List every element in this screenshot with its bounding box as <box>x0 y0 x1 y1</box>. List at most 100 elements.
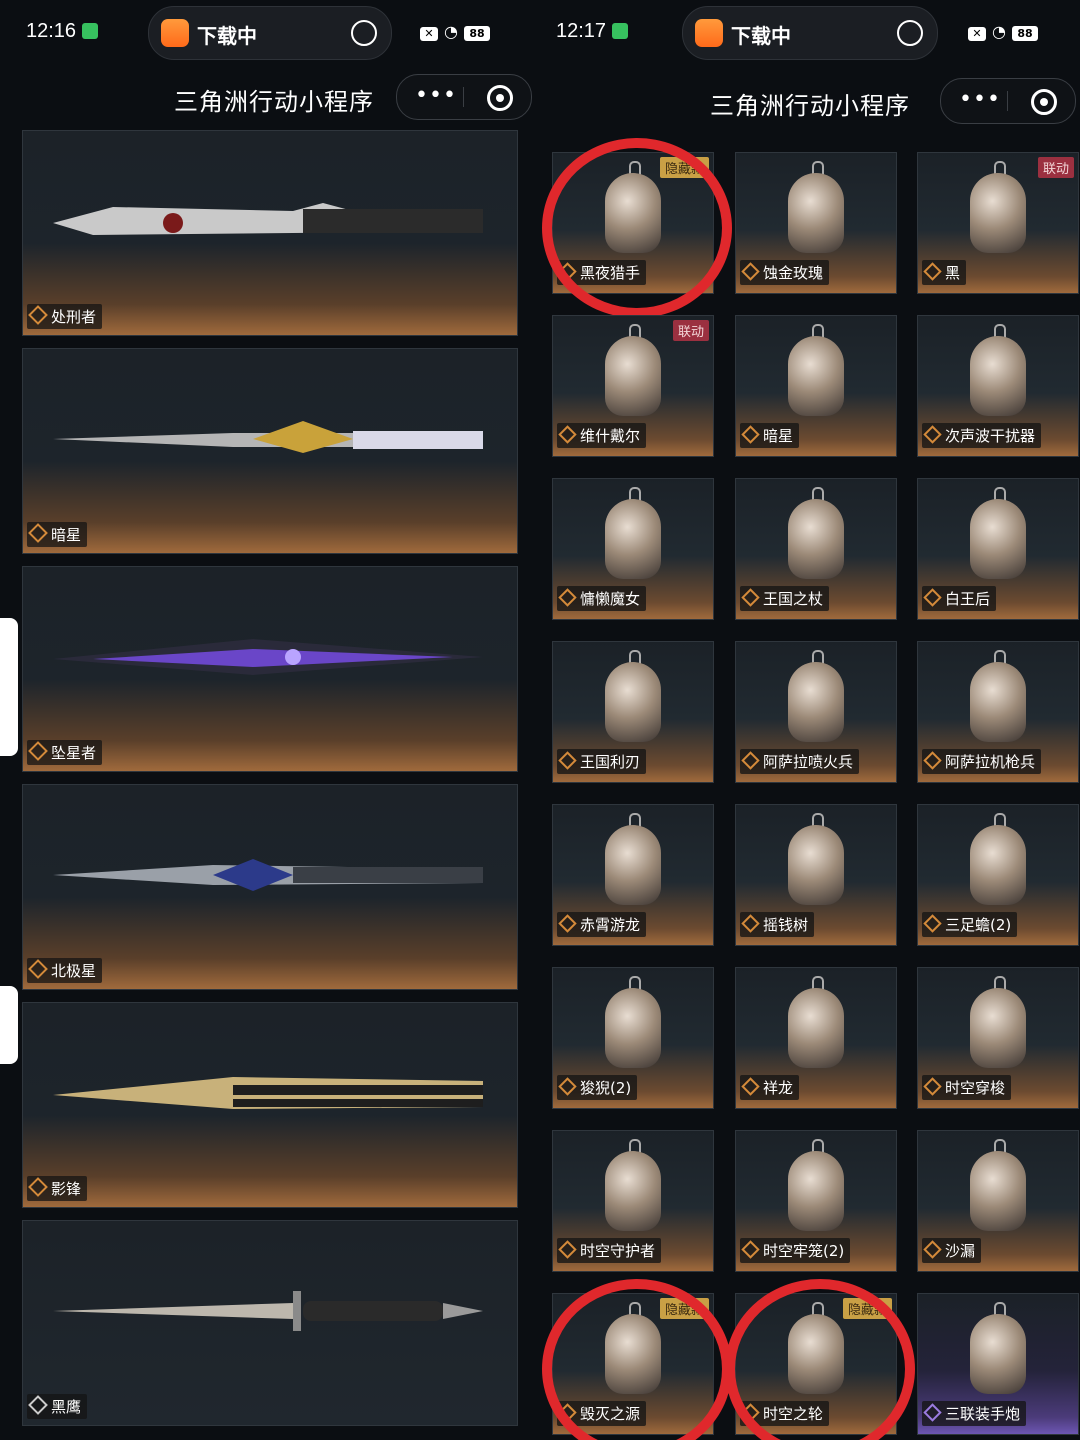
pendant-image <box>605 988 661 1068</box>
rarity-icon <box>558 1077 577 1096</box>
pendant-image <box>788 499 844 579</box>
pendant-name-text: 祥龙 <box>763 1079 794 1097</box>
download-pill[interactable]: 下载中 <box>148 6 392 60</box>
knife-name-text: 处刑者 <box>51 308 97 326</box>
pendant-image <box>970 1151 1026 1231</box>
pendant-tile[interactable]: 蚀金玫瑰 <box>735 152 897 294</box>
pendant-name: 王国之杖 <box>740 586 830 611</box>
pendant-tile[interactable]: 慵懒魔女 <box>552 478 714 620</box>
pendant-name-text: 阿萨拉机枪兵 <box>945 753 1036 771</box>
pendant-name-text: 赤霄游龙 <box>580 916 641 934</box>
pendant-tile[interactable]: 赤霄游龙 <box>552 804 714 946</box>
pendant-name-text: 暗星 <box>763 427 794 445</box>
pendant-name-text: 次声波干扰器 <box>945 427 1036 445</box>
rarity-icon <box>741 751 760 770</box>
pendant-tile[interactable]: 阿萨拉机枪兵 <box>917 641 1079 783</box>
left-screenshot: 12:16 下载中 ✕ ◔ 88 三角洲行动小程序 ••• 处刑者 暗星 坠星者 北… <box>0 0 540 1440</box>
download-pill[interactable]: 下载中 <box>682 6 938 60</box>
pendant-tile[interactable]: 王国之杖 <box>735 478 897 620</box>
pendant-image <box>970 825 1026 905</box>
knife-name: 北极星 <box>27 958 103 983</box>
pendant-tile[interactable]: 时空牢笼(2) <box>735 1130 897 1272</box>
close-miniprogram-icon[interactable] <box>487 85 513 111</box>
clock: 12:17 <box>556 20 629 43</box>
floating-side-handle[interactable] <box>0 618 18 756</box>
pendant-image <box>970 662 1026 742</box>
rarity-icon <box>923 588 942 607</box>
close-miniprogram-icon[interactable] <box>1031 89 1057 115</box>
pendant-name: 次声波干扰器 <box>922 423 1042 448</box>
rarity-icon <box>558 751 577 770</box>
pendant-tile[interactable]: 次声波干扰器 <box>917 315 1079 457</box>
pendant-name-text: 三联装手炮 <box>945 1405 1021 1423</box>
title-bar: 三角洲行动小程序 ••• <box>540 70 1080 126</box>
knife-name-text: 黑鹰 <box>51 1398 82 1416</box>
pendant-name: 蚀金玫瑰 <box>740 260 830 285</box>
rarity-icon <box>558 1240 577 1259</box>
pendant-tile[interactable]: 狻猊(2) <box>552 967 714 1109</box>
pendant-tile[interactable]: 联动 维什戴尔 <box>552 315 714 457</box>
knife-card[interactable]: 黑鹰 <box>22 1220 518 1426</box>
right-screenshot: 12:17 下载中 ✕ ◔ 88 三角洲行动小程序 ••• 隐藏款 黑夜猎手 蚀金玫瑰联… <box>540 0 1080 1440</box>
pendant-name: 祥龙 <box>740 1075 800 1100</box>
knife-name: 影锋 <box>27 1176 88 1201</box>
pendant-name: 摇钱树 <box>740 912 815 937</box>
pendant-name: 时空穿梭 <box>922 1075 1012 1100</box>
pendant-image <box>788 1151 844 1231</box>
rarity-icon <box>923 1403 942 1422</box>
page-title: 三角洲行动小程序 <box>174 88 374 116</box>
pendant-tile[interactable]: 三足蟾(2) <box>917 804 1079 946</box>
pendant-name: 王国利刃 <box>557 749 647 774</box>
title-bar: 三角洲行动小程序 ••• <box>0 70 540 126</box>
rarity-icon <box>923 262 942 281</box>
pendant-tile[interactable]: 联动黑 <box>917 152 1079 294</box>
more-button[interactable]: ••• <box>415 83 457 108</box>
knife-card[interactable]: 北极星 <box>22 784 518 990</box>
pendant-tile[interactable]: 王国利刃 <box>552 641 714 783</box>
pendant-name: 阿萨拉机枪兵 <box>922 749 1042 774</box>
pendant-tile[interactable]: 祥龙 <box>735 967 897 1109</box>
rarity-icon <box>741 425 760 444</box>
pendant-tile[interactable]: 摇钱树 <box>735 804 897 946</box>
more-button[interactable]: ••• <box>959 87 1001 112</box>
floating-side-handle[interactable] <box>0 986 18 1064</box>
highlight-circle <box>542 138 732 318</box>
pendant-badge: 联动 <box>672 320 709 341</box>
capsule-divider <box>463 87 464 107</box>
rarity-icon <box>558 425 577 444</box>
rarity-icon <box>923 1077 942 1096</box>
rarity-icon <box>558 914 577 933</box>
miniprogram-capsule: ••• <box>940 78 1076 124</box>
progress-ring-icon <box>351 20 377 46</box>
wifi-icon: ◔ <box>992 22 1006 41</box>
pendant-tile[interactable]: 时空守护者 <box>552 1130 714 1272</box>
miniprogram-capsule: ••• <box>396 74 532 120</box>
pendant-tile[interactable]: 时空穿梭 <box>917 967 1079 1109</box>
pendant-image <box>788 662 844 742</box>
pendant-image <box>970 336 1026 416</box>
clock: 12:16 <box>26 20 99 43</box>
knife-name-text: 影锋 <box>51 1180 82 1198</box>
page-title: 三角洲行动小程序 <box>710 92 910 120</box>
knife-name: 黑鹰 <box>27 1394 88 1419</box>
rarity-icon <box>741 914 760 933</box>
pendant-name: 阿萨拉喷火兵 <box>740 749 860 774</box>
knife-image <box>53 203 483 235</box>
pendant-tile[interactable]: 阿萨拉喷火兵 <box>735 641 897 783</box>
knife-card[interactable]: 坠星者 <box>22 566 518 772</box>
pendant-tile[interactable]: 白王后 <box>917 478 1079 620</box>
knife-image <box>53 421 483 453</box>
pendant-tile[interactable]: 暗星 <box>735 315 897 457</box>
knife-name: 坠星者 <box>27 740 103 765</box>
knife-card[interactable]: 暗星 <box>22 348 518 554</box>
pendant-image <box>605 825 661 905</box>
pendant-tile[interactable]: 沙漏 <box>917 1130 1079 1272</box>
pendant-name: 白王后 <box>922 586 997 611</box>
pendant-name: 黑 <box>922 260 967 285</box>
rarity-icon <box>28 305 48 325</box>
capsule-divider <box>1007 91 1008 111</box>
pendant-tile[interactable]: 三联装手炮 <box>917 1293 1079 1435</box>
knife-card[interactable]: 处刑者 <box>22 130 518 336</box>
app-icon <box>695 19 723 47</box>
knife-card[interactable]: 影锋 <box>22 1002 518 1208</box>
